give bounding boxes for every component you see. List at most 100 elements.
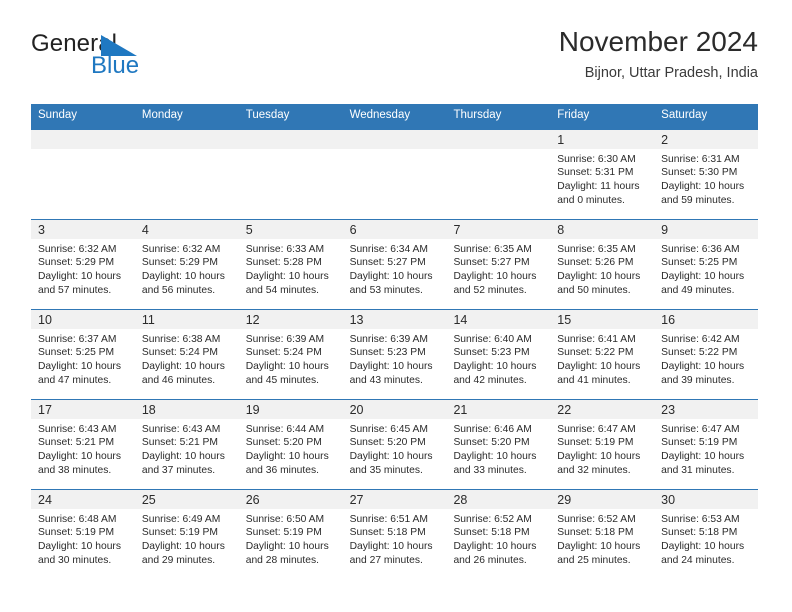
day-details: Sunrise: 6:30 AM Sunset: 5:31 PM Daylight:… [550, 149, 654, 207]
calendar-day-cell[interactable]: 1 Sunrise: 6:30 AM Sunset: 5:31 PM Daylight… [550, 129, 655, 219]
calendar-day-cell[interactable]: 8 Sunrise: 6:35 AM Sunset: 5:26 PM Daylight… [550, 219, 655, 309]
sunset-text: Sunset: 5:20 PM [453, 437, 530, 449]
sunrise-text: Sunrise: 6:53 AM [661, 513, 740, 525]
calendar-day-cell[interactable]: 21 Sunrise: 6:46 AM Sunset: 5:20 PM Dayligh… [446, 399, 551, 489]
calendar-week-row: 1 Sunrise: 6:30 AM Sunset: 5:31 PM Daylight… [31, 128, 759, 219]
daylight-text: Daylight: 10 hours and 47 minutes. [38, 360, 121, 386]
day-details: Sunrise: 6:40 AM Sunset: 5:23 PM Daylight:… [446, 329, 550, 387]
calendar-cell-empty [238, 129, 343, 219]
calendar-day-cell[interactable]: 28 Sunrise: 6:52 AM Sunset: 5:18 PM Dayligh… [446, 489, 551, 579]
calendar-day-cell[interactable]: 14 Sunrise: 6:40 AM Sunset: 5:23 PM Dayligh… [446, 309, 551, 399]
weekday-header-friday: Friday [557, 109, 590, 121]
sunset-text: Sunset: 5:29 PM [38, 257, 115, 269]
day-details: Sunrise: 6:35 AM Sunset: 5:27 PM Daylight:… [446, 239, 550, 297]
day-number: 10 [31, 309, 135, 329]
calendar-day-cell[interactable]: 5 Sunrise: 6:33 AM Sunset: 5:28 PM Daylight… [238, 219, 343, 309]
day-details: Sunrise: 6:33 AM Sunset: 5:28 PM Daylight:… [239, 239, 343, 297]
calendar-day-cell[interactable]: 22 Sunrise: 6:47 AM Sunset: 5:19 PM Dayligh… [550, 399, 655, 489]
sunrise-text: Sunrise: 6:43 AM [141, 423, 221, 435]
sunset-text: Sunset: 5:27 PM [349, 257, 426, 269]
calendar-day-cell[interactable]: 20 Sunrise: 6:45 AM Sunset: 5:20 PM Dayligh… [342, 399, 447, 489]
sunrise-text: Sunrise: 6:41 AM [557, 333, 636, 345]
day-details: Sunrise: 6:47 AM Sunset: 5:19 PM Daylight:… [550, 419, 654, 477]
daylight-text: Daylight: 10 hours and 37 minutes. [141, 450, 225, 476]
calendar-day-cell[interactable]: 7 Sunrise: 6:35 AM Sunset: 5:27 PM Daylight… [446, 219, 551, 309]
daylight-text: Daylight: 10 hours and 52 minutes. [453, 270, 537, 296]
calendar-day-cell[interactable]: 30 Sunrise: 6:53 AM Sunset: 5:18 PM Dayligh… [654, 489, 759, 579]
general-blue-logo[interactable]: General Blue [31, 32, 261, 88]
sunset-text: Sunset: 5:20 PM [245, 437, 322, 449]
sunset-text: Sunset: 5:29 PM [141, 257, 218, 269]
weekday-header-sunday: Sunday [38, 109, 78, 121]
logo-text-blue: Blue [91, 52, 140, 79]
calendar-day-cell[interactable]: 23 Sunrise: 6:47 AM Sunset: 5:19 PM Dayligh… [654, 399, 759, 489]
day-number: 6 [342, 219, 447, 239]
calendar-day-cell[interactable]: 11 Sunrise: 6:38 AM Sunset: 5:24 PM Dayligh… [134, 309, 239, 399]
day-details: Sunrise: 6:46 AM Sunset: 5:20 PM Daylight:… [446, 419, 550, 477]
calendar-day-cell[interactable]: 10 Sunrise: 6:37 AM Sunset: 5:25 PM Dayligh… [31, 309, 135, 399]
day-details: Sunrise: 6:48 AM Sunset: 5:19 PM Daylight:… [31, 509, 135, 567]
sunrise-text: Sunrise: 6:49 AM [141, 513, 221, 525]
location-subtitle: Bijnor, Uttar Pradesh, India [584, 65, 758, 82]
day-number: 25 [134, 489, 239, 509]
calendar-day-cell[interactable]: 29 Sunrise: 6:52 AM Sunset: 5:18 PM Dayligh… [550, 489, 655, 579]
day-details: Sunrise: 6:47 AM Sunset: 5:19 PM Daylight:… [654, 419, 758, 477]
calendar-day-cell[interactable]: 6 Sunrise: 6:34 AM Sunset: 5:27 PM Daylight… [342, 219, 447, 309]
title-block: November 2024 Bijnor, Uttar Pradesh, Ind… [559, 26, 758, 83]
day-details: Sunrise: 6:51 AM Sunset: 5:18 PM Daylight:… [343, 509, 447, 567]
day-number: 29 [550, 489, 655, 509]
calendar-page: General Blue November 2024 Bijnor, Uttar… [0, 0, 792, 612]
sunrise-text: Sunrise: 6:38 AM [141, 333, 221, 345]
sunrise-text: Sunrise: 6:35 AM [453, 243, 532, 255]
day-details: Sunrise: 6:39 AM Sunset: 5:24 PM Daylight:… [239, 329, 343, 387]
sunset-text: Sunset: 5:21 PM [38, 437, 115, 449]
day-number: 1 [550, 129, 655, 149]
weekday-header-row: Sunday Monday Tuesday Wednesday Thursday Frid… [31, 104, 758, 129]
day-number: 19 [238, 399, 343, 419]
calendar-day-cell[interactable]: 19 Sunrise: 6:44 AM Sunset: 5:20 PM Dayligh… [238, 399, 343, 489]
day-number: 11 [134, 309, 239, 329]
day-details: Sunrise: 6:35 AM Sunset: 5:26 PM Daylight:… [550, 239, 654, 297]
calendar-day-cell[interactable]: 27 Sunrise: 6:51 AM Sunset: 5:18 PM Dayligh… [342, 489, 447, 579]
day-details: Sunrise: 6:52 AM Sunset: 5:18 PM Daylight:… [550, 509, 654, 567]
day-details: Sunrise: 6:50 AM Sunset: 5:19 PM Daylight:… [239, 509, 343, 567]
sunrise-text: Sunrise: 6:40 AM [453, 333, 532, 345]
sunrise-text: Sunrise: 6:51 AM [349, 513, 428, 525]
sunrise-text: Sunrise: 6:31 AM [661, 153, 740, 165]
calendar-day-cell[interactable]: 9 Sunrise: 6:36 AM Sunset: 5:25 PM Daylight… [654, 219, 759, 309]
calendar-day-cell[interactable]: 24 Sunrise: 6:48 AM Sunset: 5:19 PM Dayligh… [31, 489, 135, 579]
daylight-text: Daylight: 10 hours and 42 minutes. [453, 360, 537, 386]
sunrise-text: Sunrise: 6:52 AM [453, 513, 532, 525]
sunset-text: Sunset: 5:18 PM [557, 527, 634, 539]
calendar-day-cell[interactable]: 12 Sunrise: 6:39 AM Sunset: 5:24 PM Dayligh… [238, 309, 343, 399]
day-details: Sunrise: 6:53 AM Sunset: 5:18 PM Daylight:… [654, 509, 758, 567]
calendar-day-cell[interactable]: 26 Sunrise: 6:50 AM Sunset: 5:19 PM Dayligh… [238, 489, 343, 579]
day-details: Sunrise: 6:43 AM Sunset: 5:21 PM Daylight:… [135, 419, 239, 477]
calendar-day-cell[interactable]: 15 Sunrise: 6:41 AM Sunset: 5:22 PM Dayligh… [550, 309, 655, 399]
day-details: Sunrise: 6:38 AM Sunset: 5:24 PM Daylight:… [135, 329, 239, 387]
sunset-text: Sunset: 5:18 PM [349, 527, 426, 539]
sunrise-text: Sunrise: 6:45 AM [349, 423, 428, 435]
weekday-header-saturday: Saturday [661, 109, 708, 121]
calendar-day-cell[interactable]: 17 Sunrise: 6:43 AM Sunset: 5:21 PM Dayligh… [31, 399, 135, 489]
day-number: 23 [654, 399, 759, 419]
sunset-text: Sunset: 5:24 PM [141, 347, 218, 359]
sunset-text: Sunset: 5:21 PM [141, 437, 218, 449]
day-number [134, 129, 239, 149]
calendar-cell-empty [446, 129, 551, 219]
calendar-day-cell[interactable]: 16 Sunrise: 6:42 AM Sunset: 5:22 PM Dayligh… [654, 309, 759, 399]
day-number [238, 129, 343, 149]
sunrise-text: Sunrise: 6:52 AM [557, 513, 636, 525]
daylight-text: Daylight: 10 hours and 54 minutes. [245, 270, 329, 296]
calendar-day-cell[interactable]: 3 Sunrise: 6:32 AM Sunset: 5:29 PM Daylight… [31, 219, 135, 309]
calendar-day-cell[interactable]: 13 Sunrise: 6:39 AM Sunset: 5:23 PM Dayligh… [342, 309, 447, 399]
day-number: 16 [654, 309, 759, 329]
calendar-day-cell[interactable]: 18 Sunrise: 6:43 AM Sunset: 5:21 PM Dayligh… [134, 399, 239, 489]
calendar-day-cell[interactable]: 25 Sunrise: 6:49 AM Sunset: 5:19 PM Dayligh… [134, 489, 239, 579]
day-number: 20 [342, 399, 447, 419]
calendar-day-cell[interactable]: 4 Sunrise: 6:32 AM Sunset: 5:29 PM Daylight… [134, 219, 239, 309]
calendar-day-cell[interactable]: 2 Sunrise: 6:31 AM Sunset: 5:30 PM Daylight… [654, 129, 759, 219]
day-details: Sunrise: 6:42 AM Sunset: 5:22 PM Daylight:… [654, 329, 758, 387]
sunrise-text: Sunrise: 6:33 AM [245, 243, 325, 255]
day-number: 9 [654, 219, 759, 239]
